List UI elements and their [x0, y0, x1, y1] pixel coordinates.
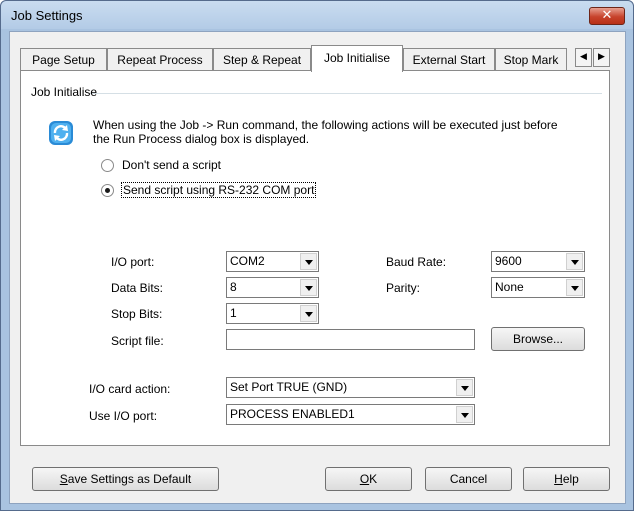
baud-rate-value: 9600: [495, 254, 522, 268]
data-bits-select[interactable]: 8: [226, 277, 319, 298]
use-io-port-value: PROCESS ENABLED1: [230, 407, 355, 421]
data-bits-label: Data Bits:: [111, 281, 164, 295]
title-bar[interactable]: Job Settings ✕: [1, 1, 633, 29]
stop-bits-label: Stop Bits:: [111, 307, 163, 321]
ok-mnemonic: O: [359, 472, 370, 486]
script-file-label: Script file:: [111, 334, 164, 348]
cancel-button[interactable]: Cancel: [425, 467, 512, 491]
window-title: Job Settings: [11, 8, 83, 23]
io-card-action-select[interactable]: Set Port TRUE (GND): [226, 377, 475, 398]
chevron-down-icon[interactable]: [456, 406, 473, 423]
ok-label: K: [369, 472, 378, 486]
chevron-down-icon[interactable]: [566, 253, 583, 270]
ok-button[interactable]: OK: [325, 467, 412, 491]
radio-no-script[interactable]: Don't send a script: [101, 157, 221, 173]
tab-page-setup[interactable]: Page Setup: [20, 48, 107, 71]
help-label: elp: [562, 472, 579, 486]
parity-label: Parity:: [386, 281, 421, 295]
browse-button[interactable]: Browse...: [491, 327, 585, 351]
io-card-action-label: I/O card action:: [89, 382, 171, 396]
tab-stop-mark[interactable]: Stop Mark: [495, 48, 567, 71]
help-button[interactable]: Help: [523, 467, 610, 491]
baud-rate-label: Baud Rate:: [386, 255, 447, 269]
radio-no-script-circle[interactable]: [101, 158, 114, 172]
tab-scroll-left-button[interactable]: ◀: [575, 48, 592, 67]
radio-rs232[interactable]: Send script using RS-232 COM port: [101, 182, 317, 198]
arrow-left-icon: ◀: [580, 52, 587, 62]
io-port-select[interactable]: COM2: [226, 251, 319, 272]
help-mnemonic: H: [554, 472, 563, 486]
io-card-action-value: Set Port TRUE (GND): [230, 380, 348, 394]
use-io-port-select[interactable]: PROCESS ENABLED1: [226, 404, 475, 425]
chevron-down-icon[interactable]: [300, 305, 317, 322]
io-port-label: I/O port:: [111, 255, 155, 269]
use-io-port-label: Use I/O port:: [89, 409, 158, 423]
group-title: Job Initialise: [31, 85, 98, 99]
tab-scroll-right-button[interactable]: ▶: [593, 48, 610, 67]
dialog-client-area: Page Setup Repeat Process Step & Repeat …: [9, 31, 626, 504]
tab-repeat-process[interactable]: Repeat Process: [107, 48, 213, 71]
stop-bits-value: 1: [230, 306, 237, 320]
save-mnemonic: S: [59, 472, 68, 486]
tab-external-start[interactable]: External Start: [403, 48, 495, 71]
job-initialise-group: Job Initialise When using the Job -> Run…: [29, 85, 602, 435]
chevron-down-icon[interactable]: [566, 279, 583, 296]
tab-job-initialise[interactable]: Job Initialise: [311, 45, 403, 72]
parity-value: None: [495, 280, 524, 294]
parity-select[interactable]: None: [491, 277, 585, 298]
radio-rs232-label: Send script using RS-232 COM port: [120, 182, 317, 198]
stop-bits-select[interactable]: 1: [226, 303, 319, 324]
refresh-arrows-icon: [49, 121, 73, 145]
chevron-down-icon[interactable]: [456, 379, 473, 396]
job-initialise-panel: Job Initialise When using the Job -> Run…: [20, 70, 610, 446]
arrow-right-icon: ▶: [598, 52, 605, 62]
script-file-input[interactable]: [226, 329, 475, 350]
chevron-down-icon[interactable]: [300, 253, 317, 270]
radio-no-script-label: Don't send a script: [122, 158, 222, 172]
close-icon: ✕: [601, 8, 613, 23]
save-default-label: ave Settings as Default: [67, 472, 192, 486]
close-button[interactable]: ✕: [589, 7, 625, 25]
chevron-down-icon[interactable]: [300, 279, 317, 296]
baud-rate-select[interactable]: 9600: [491, 251, 585, 272]
radio-rs232-circle[interactable]: [101, 183, 114, 197]
save-settings-default-button[interactable]: Save Settings as Default: [32, 467, 219, 491]
job-settings-window: Job Settings ✕ Page Setup Repeat Process…: [0, 0, 634, 511]
group-divider: [89, 93, 602, 94]
data-bits-value: 8: [230, 280, 237, 294]
io-port-value: COM2: [230, 254, 265, 268]
description-text: When using the Job -> Run command, the f…: [93, 118, 558, 146]
tab-step-repeat[interactable]: Step & Repeat: [213, 48, 311, 71]
